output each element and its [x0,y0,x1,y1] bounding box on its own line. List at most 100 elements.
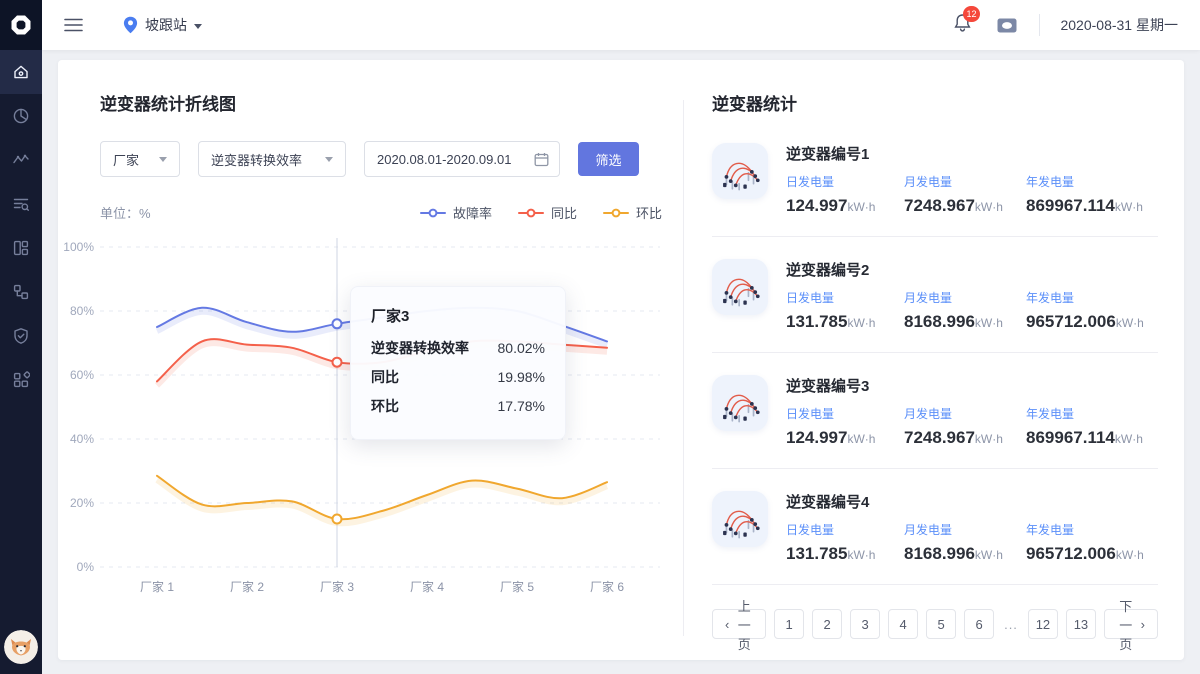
metric-label: 日发电量 [786,521,904,538]
metric-unit: kW·h [975,432,1003,446]
inverter-3d-icon [718,497,762,541]
tooltip-value: 19.98% [498,369,545,385]
metric: 月发电量7248.967kW·h [904,405,1026,448]
inverter-icon-box [712,259,768,315]
legend-label: 故障率 [453,203,492,222]
topology-icon [12,283,30,301]
x-axis-tick: 厂家 5 [482,578,552,595]
notification-badge: 12 [963,6,979,22]
next-page-button[interactable]: 下一页› [1104,609,1158,639]
metric: 年发电量 965712.006kW·h [1026,289,1158,332]
sidebar-nav [0,50,42,402]
app-logo[interactable] [0,0,42,50]
metric-select[interactable]: 逆变器转换效率 [198,141,346,177]
y-axis-tick: 80% [54,304,94,318]
inverter-list-panel: 逆变器统计 逆变器编号1日发电量124.997kW·h月发电量7248.967k… [684,60,1184,660]
vendor-select[interactable]: 厂家 [100,141,180,177]
sidebar-item-apps[interactable] [0,358,42,402]
metric-value: 965712.006kW·h [1026,544,1158,564]
y-axis-tick: 60% [54,368,94,382]
filter-button[interactable]: 筛选 [578,142,639,176]
tooltip-value: 17.78% [498,398,545,414]
inverter-3d-icon [718,265,762,309]
tooltip-row: 逆变器转换效率 80.02% [371,338,545,358]
dashboard-icon [12,239,30,257]
page-button-2[interactable]: 2 [812,609,842,639]
x-axis-tick: 厂家 1 [122,578,192,595]
page-button-12[interactable]: 12 [1028,609,1058,639]
page-button-13[interactable]: 13 [1066,609,1096,639]
inverter-list-item[interactable]: 逆变器编号1日发电量124.997kW·h月发电量7248.967kW·h年发电… [712,121,1158,237]
metric-value: 131.785kW·h [786,312,904,332]
sidebar-item-dashboard[interactable] [0,226,42,270]
octagon-logo-icon [10,14,32,36]
topbar: 坡跟站 12 2020-08-31 星期一 [42,0,1200,50]
home-icon [12,63,30,81]
metric: 日发电量124.997kW·h [786,405,904,448]
date-range-input[interactable]: 2020.08.01-2020.09.01 [364,141,560,177]
metric-unit: kW·h [1116,316,1144,330]
metric-label: 月发电量 [904,289,1026,306]
sidebar-item-activity[interactable] [0,138,42,182]
metric-value: 124.997kW·h [786,428,904,448]
inverter-list-item[interactable]: 逆变器编号2日发电量131.785kW·h月发电量8168.996kW·h年发电… [712,237,1158,353]
metric-unit: kW·h [1116,548,1144,562]
metric-unit: kW·h [847,548,875,562]
line-chart[interactable]: 厂家3 逆变器转换效率 80.02% 同比 19.98% 环比 17.78% 1… [100,234,660,614]
sidebar-item-list-search[interactable] [0,182,42,226]
chevron-down-icon [194,24,202,29]
x-axis-tick: 厂家 6 [572,578,642,595]
legend-item[interactable]: 环比 [603,203,662,222]
metric-label: 月发电量 [904,405,1026,422]
metric: 日发电量131.785kW·h [786,289,904,332]
inverter-name: 逆变器编号1 [786,143,1158,164]
inverter-icon-box [712,375,768,431]
chart-panel-title: 逆变器统计折线图 [100,90,683,115]
station-selector[interactable]: 坡跟站 [123,15,202,35]
metric-label: 月发电量 [904,173,1026,190]
inverter-list-item[interactable]: 逆变器编号3日发电量124.997kW·h月发电量7248.967kW·h年发电… [712,353,1158,469]
legend-item[interactable]: 同比 [518,203,577,222]
list-search-icon [12,195,30,213]
metric-label: 年发电量 [1026,521,1158,538]
prev-page-button[interactable]: ‹上一页 [712,609,766,639]
sidebar-item-home[interactable] [0,50,42,94]
inverter-list-item[interactable]: 逆变器编号4 日发电量 131.785kW·h月发电量8168.996kW·h年发电… [712,469,1158,585]
chart-panel: 逆变器统计折线图 厂家 逆变器转换效率 2020.08.01-2020.09.0… [58,60,683,660]
metric: 年发电量 965712.006kW·h [1026,521,1158,564]
x-axis-tick: 厂家 2 [212,578,282,595]
y-axis-tick: 0% [54,560,94,574]
legend-item[interactable]: 故障率 [420,203,492,222]
screen-button[interactable] [997,18,1017,33]
x-axis-tick: 厂家 4 [392,578,462,595]
metric-value: 965712.006kW·h [1026,312,1158,332]
user-avatar[interactable] [4,630,38,664]
inverter-name: 逆变器编号4 [786,491,1158,512]
metric: 月发电量7248.967kW·h [904,173,1026,216]
metric-unit: kW·h [1115,200,1143,214]
sidebar-item-topology[interactable] [0,270,42,314]
page-button-5[interactable]: 5 [926,609,956,639]
sidebar-item-shield-check[interactable] [0,314,42,358]
metric-unit: kW·h [975,316,1003,330]
metric-label: 年发电量 [1026,289,1158,306]
metric-value: 131.785kW·h [786,544,904,564]
vendor-select-value: 厂家 [113,150,139,169]
filter-row: 厂家 逆变器转换效率 2020.08.01-2020.09.01 筛选 [100,141,683,177]
page-button-1[interactable]: 1 [774,609,804,639]
menu-collapse-button[interactable] [64,17,83,33]
metric-value: 124.997kW·h [786,196,904,216]
page-button-6[interactable]: 6 [964,609,994,639]
metric: 月发电量8168.996kW·h [904,521,1026,564]
notifications-button[interactable]: 12 [954,13,971,37]
tooltip-label: 逆变器转换效率 [371,338,469,358]
metric: 月发电量8168.996kW·h [904,289,1026,332]
inverter-name: 逆变器编号3 [786,375,1158,396]
chevron-left-icon: ‹ [725,617,729,632]
page-button-3[interactable]: 3 [850,609,880,639]
page-button-4[interactable]: 4 [888,609,918,639]
tooltip-title: 厂家3 [371,305,545,326]
sidebar-item-pie-chart[interactable] [0,94,42,138]
metric: 年发电量869967.114kW·h [1026,173,1158,216]
main-content: 逆变器统计折线图 厂家 逆变器转换效率 2020.08.01-2020.09.0… [42,50,1200,674]
